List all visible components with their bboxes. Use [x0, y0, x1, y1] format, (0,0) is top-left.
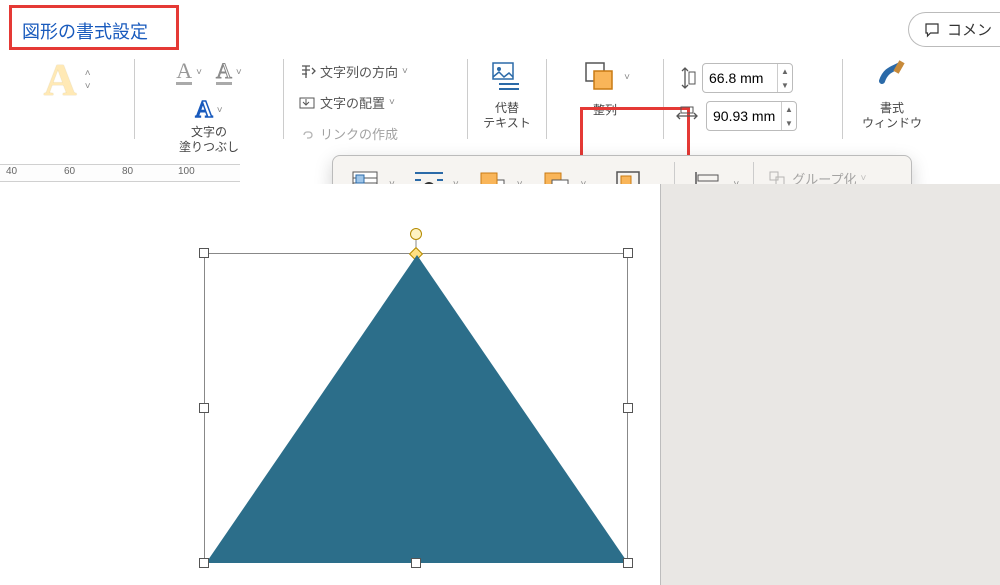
width-field[interactable]	[707, 108, 781, 124]
alt-text-button[interactable]	[487, 57, 527, 97]
chevron-down-icon: ˅	[236, 67, 242, 78]
format-pane-label: 書式 ウィンドウ	[862, 101, 922, 131]
document-page[interactable]	[0, 184, 660, 585]
spin-down[interactable]: ▼	[782, 116, 796, 130]
separator	[467, 59, 468, 139]
resize-handle-e[interactable]	[623, 403, 633, 413]
triangle-shape[interactable]	[206, 255, 628, 563]
ribbon: A ˄ ˅ A ˅ A ˅ A ˅ 文字の 塗りつぶし	[0, 55, 1000, 150]
separator	[546, 59, 547, 139]
text-effects-a-icon: A	[195, 97, 212, 124]
shape-height-input[interactable]: ▲▼	[702, 63, 793, 93]
create-link-button[interactable]: リンクの作成	[294, 121, 402, 146]
text-direction-button[interactable]: 文字列の方向 ˅	[294, 59, 412, 84]
text-direction-icon	[298, 63, 316, 81]
text-fill-a-icon: A	[176, 60, 192, 85]
height-field[interactable]	[703, 70, 777, 86]
shape-format-tab[interactable]: 図形の書式設定	[22, 18, 148, 49]
shape-width-input[interactable]: ▲▼	[706, 101, 797, 131]
alt-text-label: 代替 テキスト	[483, 101, 531, 131]
text-effects-button[interactable]: A ˅	[191, 94, 226, 127]
separator	[663, 59, 664, 139]
align-text-button[interactable]: 文字の配置 ˅	[294, 90, 399, 115]
chevron-down-icon: ˅	[196, 67, 202, 78]
text-outline-button[interactable]: A ˅	[212, 57, 246, 88]
resize-handle-sw[interactable]	[199, 558, 209, 568]
shape-selection-bounds[interactable]	[204, 253, 628, 563]
resize-handle-ne[interactable]	[623, 248, 633, 258]
text-outline-a-icon: A	[216, 60, 232, 85]
text-fill-button[interactable]: A ˅	[172, 57, 206, 88]
chevron-down-icon: ˅	[624, 72, 630, 83]
chevron-down-icon: ˅	[217, 105, 223, 116]
height-icon	[674, 65, 696, 91]
separator	[283, 59, 284, 139]
gallery-up-icon[interactable]: ˄	[85, 68, 91, 79]
spin-up[interactable]: ▲	[778, 64, 792, 78]
align-text-icon	[298, 94, 316, 112]
gallery-down-icon[interactable]: ˅	[85, 81, 91, 92]
wordart-gallery[interactable]: A	[39, 57, 80, 103]
comments-label: コメン	[947, 19, 992, 40]
width-icon	[674, 105, 700, 127]
format-pane-button[interactable]	[872, 57, 912, 97]
comment-icon	[923, 21, 941, 39]
rotate-handle[interactable]	[410, 228, 422, 240]
resize-handle-w[interactable]	[199, 403, 209, 413]
resize-handle-nw[interactable]	[199, 248, 209, 258]
separator	[842, 59, 843, 139]
resize-handle-se[interactable]	[623, 558, 633, 568]
text-fill-label: 文字の 塗りつぶし	[179, 125, 239, 155]
chevron-down-icon: ˅	[389, 97, 395, 108]
alt-text-icon	[489, 59, 525, 95]
link-icon	[298, 125, 316, 143]
spin-down[interactable]: ▼	[778, 78, 792, 92]
chevron-down-icon: ˅	[860, 173, 866, 184]
chevron-down-icon: ˅	[402, 66, 408, 77]
arrange-label: 整列	[593, 103, 617, 118]
arrange-button[interactable]: ˅	[580, 57, 630, 97]
separator	[134, 59, 135, 139]
arrange-icon	[580, 57, 620, 97]
resize-handle-s[interactable]	[411, 558, 421, 568]
workspace-background	[660, 184, 1000, 585]
spin-up[interactable]: ▲	[782, 102, 796, 116]
format-pane-icon	[874, 59, 910, 95]
horizontal-ruler: 40 60 80 100	[0, 164, 240, 182]
comments-button[interactable]: コメン	[908, 12, 1000, 47]
